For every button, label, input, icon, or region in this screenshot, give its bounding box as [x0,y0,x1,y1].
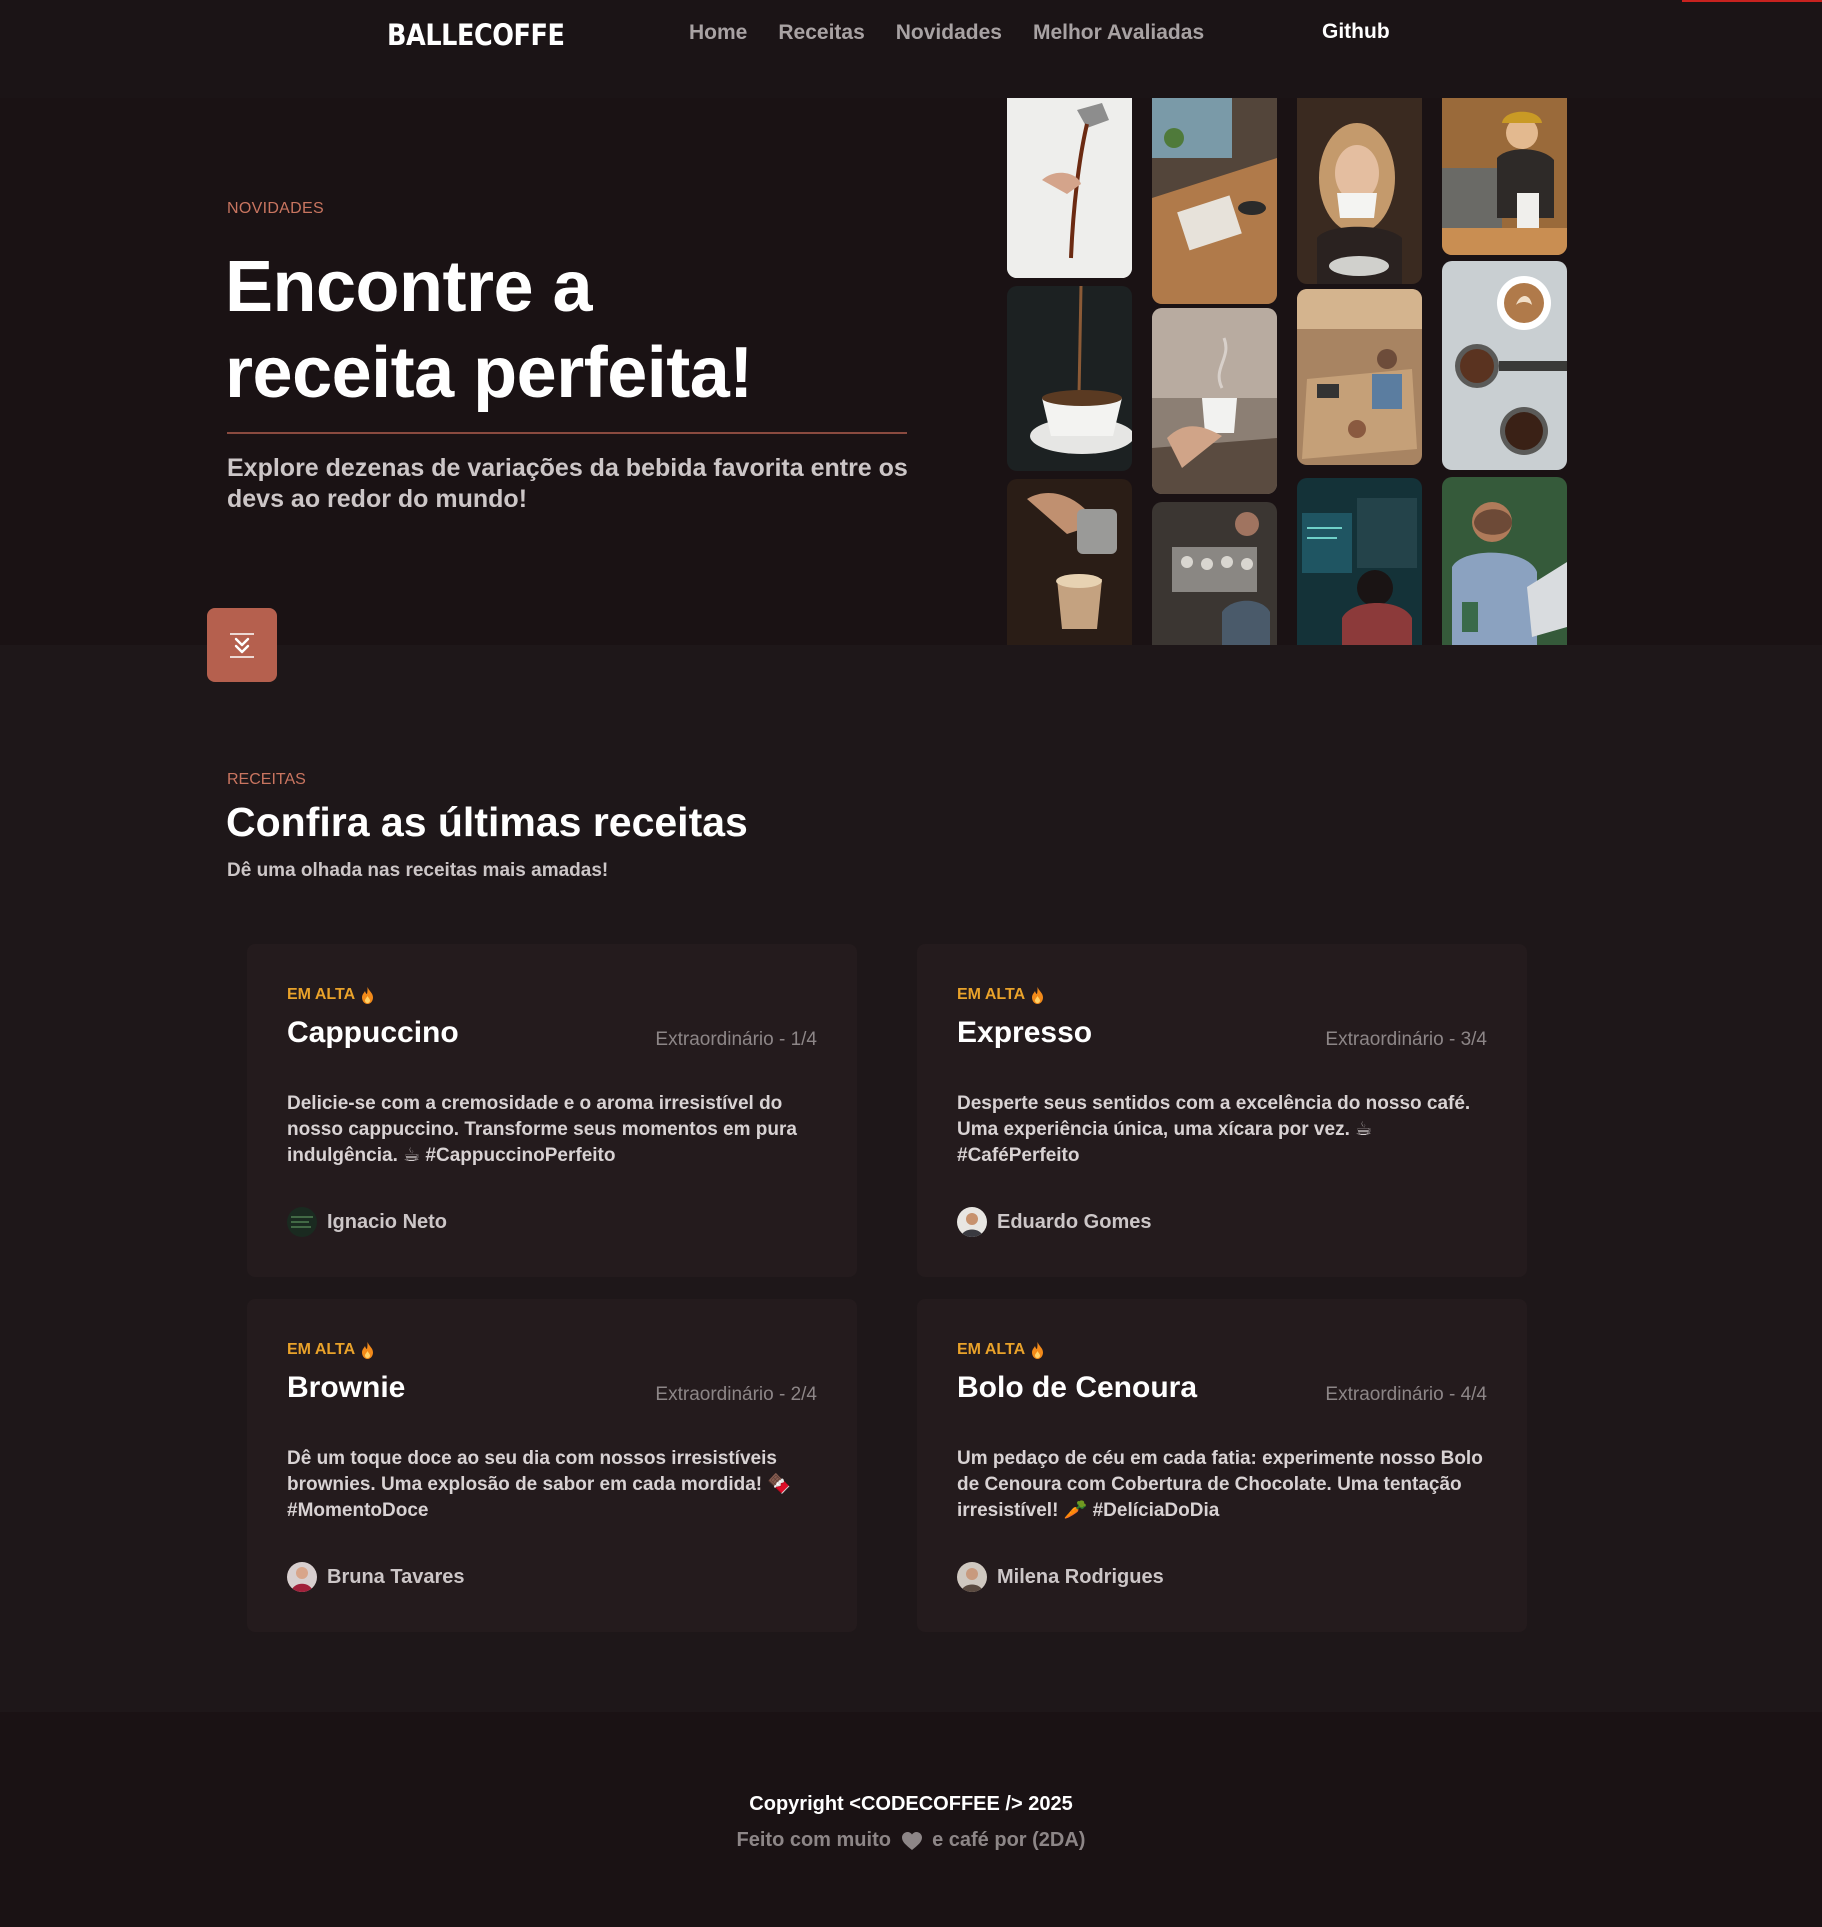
author-name: Bruna Tavares [327,1565,465,1588]
recipe-title: Bolo de Cenoura [957,1371,1198,1404]
photo-cup-saucer [1007,286,1132,471]
trending-badge-label: EM ALTA [957,1341,1026,1358]
heart-icon [901,1831,922,1850]
main-nav: Home Receitas Novidades Melhor Avaliadas [689,21,1204,45]
site-header: BALLECOFFE Home Receitas Novidades Melho… [0,0,1822,98]
recipe-card-brownie[interactable]: EM ALTA Brownie Extraordinário - 2/4 Dê … [247,1299,857,1632]
github-link[interactable]: Github [1322,20,1390,44]
chevrons-down-icon [230,633,254,658]
recipes-subtitle: Dê uma olhada nas receitas mais amadas! [227,860,609,881]
avatar [957,1207,987,1237]
nav-link-melhor-avaliadas[interactable]: Melhor Avaliadas [1033,21,1204,45]
recipes-eyebrow: RECEITAS [227,771,306,788]
fire-icon [362,986,374,1004]
recipe-author[interactable]: Bruna Tavares [287,1562,464,1592]
fire-icon [362,1341,374,1359]
recipe-card-cappuccino[interactable]: EM ALTA Cappuccino Extraordinário - 1/4 … [247,944,857,1277]
recipe-description: Um pedaço de céu em cada fatia: experime… [957,1448,1483,1521]
trending-badge: EM ALTA [957,1341,1044,1359]
photo-barista-team [1152,502,1277,645]
trending-badge-label: EM ALTA [287,986,356,1003]
photo-woman-cup [1297,98,1422,284]
photo-developer-screens [1297,478,1422,645]
recipe-description: Desperte seus sentidos com a excelência … [957,1093,1471,1166]
recipe-author[interactable]: Eduardo Gomes [957,1207,1151,1237]
recipe-rating: Extraordinário - 2/4 [655,1384,817,1405]
nav-link-novidades[interactable]: Novidades [896,21,1002,45]
recipe-title: Expresso [957,1016,1093,1049]
photo-coworking-office [1297,289,1422,465]
recipe-author[interactable]: Milena Rodrigues [957,1562,1164,1592]
nav-link-home[interactable]: Home [689,21,747,45]
photo-hand-cup [1152,308,1277,494]
made-with-prefix: Feito com muito [736,1829,891,1852]
nav-link-receitas[interactable]: Receitas [778,21,864,45]
hero-section: NOVIDADES Encontre a receita perfeita! E… [0,98,1822,682]
recipe-title: Cappuccino [287,1016,459,1049]
hero-title-line1: Encontre a [225,247,593,327]
author-name: Milena Rodrigues [997,1565,1164,1588]
fire-icon [1032,986,1044,1004]
scroll-down-button[interactable] [207,608,277,682]
copyright-text: Copyright <CODECOFFEE /> 2025 [749,1793,1073,1815]
recipe-rating: Extraordinário - 1/4 [655,1029,817,1050]
recipe-title: Brownie [287,1371,406,1404]
recipe-card-bolo-de-cenoura[interactable]: EM ALTA Bolo de Cenoura Extraordinário -… [917,1299,1527,1632]
hero-eyebrow: NOVIDADES [227,200,324,217]
recipes-title: Confira as últimas receitas [226,799,748,845]
avatar [287,1562,317,1592]
recipe-rating: Extraordinário - 4/4 [1325,1384,1487,1405]
trending-badge-label: EM ALTA [957,986,1026,1003]
photo-pouring-coffee [1007,98,1132,278]
photo-latte-pour [1007,479,1132,645]
trending-badge-label: EM ALTA [287,1341,356,1358]
recipe-rating: Extraordinário - 3/4 [1325,1029,1487,1050]
trending-badge: EM ALTA [287,986,374,1004]
fire-icon [1032,1341,1044,1359]
hero-divider [227,432,907,434]
trending-badge: EM ALTA [957,986,1044,1004]
photo-latte-art-beans [1442,261,1567,470]
made-with-text: Feito com muito e café por (2DA) [0,1829,1822,1852]
site-footer: Copyright <CODECOFFEE /> 2025 Feito com … [0,1712,1822,1927]
top-accent-bar [1682,0,1822,2]
made-with-suffix: e café por (2DA) [932,1829,1086,1852]
recipe-description: Delicie-se com a cremosidade e o aroma i… [287,1093,797,1166]
recipe-author[interactable]: Ignacio Neto [287,1207,447,1237]
photo-man-laptop [1442,477,1567,645]
author-name: Eduardo Gomes [997,1210,1152,1233]
recipe-description: Dê um toque doce ao seu dia com nossos i… [287,1448,792,1521]
hero-title-line2: receita perfeita! [225,333,753,413]
hero-subtitle: Explore dezenas de variações da bebida f… [227,454,908,513]
photo-desk-window [1152,98,1277,304]
avatar [287,1207,317,1237]
recipe-card-expresso[interactable]: EM ALTA Expresso Extraordinário - 3/4 De… [917,944,1527,1277]
avatar [957,1562,987,1592]
trending-badge: EM ALTA [287,1341,374,1359]
site-logo[interactable]: BALLECOFFE [387,18,565,52]
photo-barista [1442,98,1567,255]
hero-title: Encontre a receita perfeita! [225,244,925,416]
author-name: Ignacio Neto [327,1210,448,1233]
